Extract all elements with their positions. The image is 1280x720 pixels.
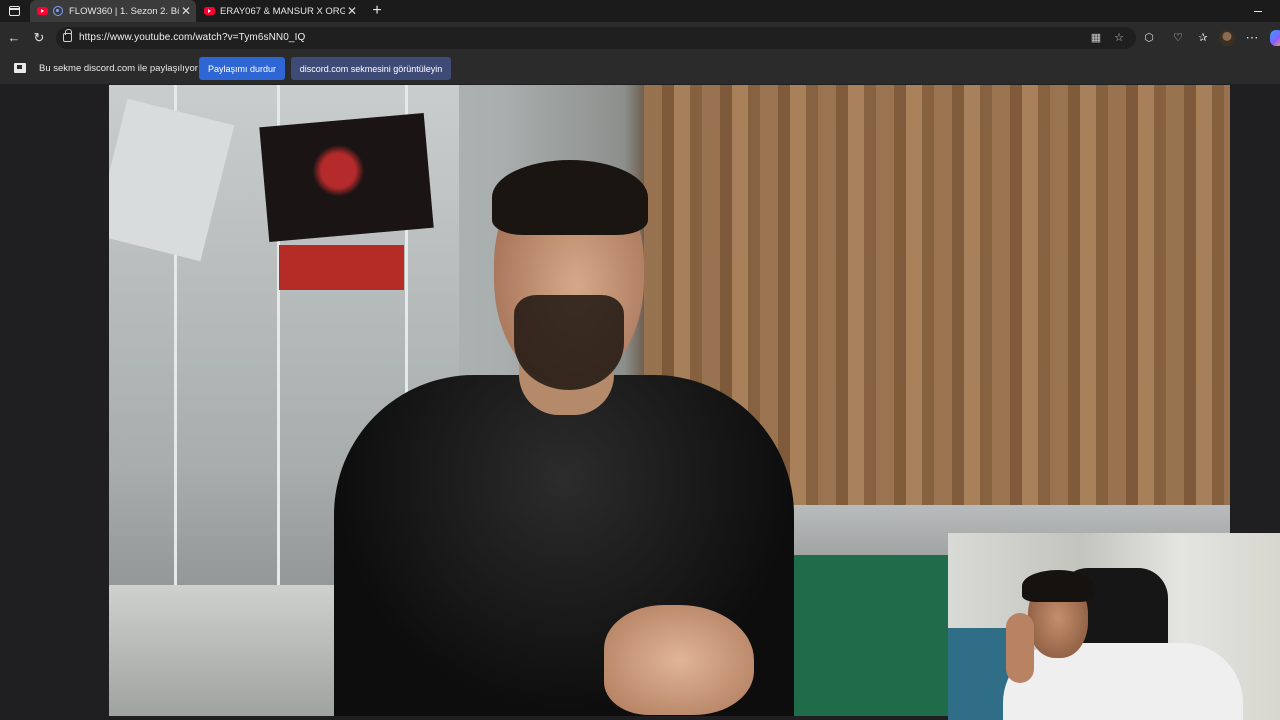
tab-flow360[interactable]: FLOW360 | 1. Sezon 2. Bölüm ✕ [30,0,196,22]
share-message: Bu sekme discord.com ile paylaşılıyor [39,63,198,74]
video-person [334,160,794,716]
url-text[interactable]: https://www.youtube.com/watch?v=Tym6sNN0… [79,32,305,43]
read-aloud-icon[interactable]: ▦ [1088,30,1104,46]
collections-icon[interactable]: ✰ [1195,30,1211,46]
tab-strip: FLOW360 | 1. Sezon 2. Bölüm ✕ ERAY067 & … [0,0,1280,22]
page-content [0,84,1280,720]
screen-share-bar: Bu sekme discord.com ile paylaşılıyor Pa… [0,54,1280,84]
tab-title: FLOW360 | 1. Sezon 2. Bölüm [69,5,179,17]
reload-icon[interactable]: ↻ [31,30,47,46]
address-bar[interactable]: https://www.youtube.com/watch?v=Tym6sNN0… [56,27,1136,49]
extensions-icon[interactable]: ⬡ [1141,30,1157,46]
minimize-icon[interactable] [1250,3,1266,19]
stop-sharing-button[interactable]: Paylaşımı durdur [199,57,285,80]
profile-avatar-icon[interactable] [1219,30,1235,46]
tab-eray067[interactable]: ERAY067 & MANSUR X ORGANIZ ✕ [198,0,362,22]
favorite-star-icon[interactable]: ☆ [1111,30,1127,46]
performance-icon[interactable]: ♡ [1170,30,1186,46]
sharing-indicator-icon [53,6,63,16]
window-menu-icon[interactable] [4,2,24,20]
tab-title: ERAY067 & MANSUR X ORGANIZ [220,5,345,17]
screen-share-icon [14,63,26,73]
close-tab-icon[interactable]: ✕ [179,4,193,18]
youtube-icon [37,7,48,15]
close-tab-icon[interactable]: ✕ [345,4,359,18]
view-discord-tab-button[interactable]: discord.com sekmesini görüntüleyin [291,57,451,80]
youtube-icon [204,7,215,15]
plus-icon[interactable]: + [367,1,387,21]
lock-icon[interactable] [63,29,72,42]
copilot-icon[interactable] [1270,30,1280,46]
back-arrow-icon[interactable]: ← [6,30,22,46]
browser-toolbar: ← ↻ https://www.youtube.com/watch?v=Tym6… [0,22,1280,54]
webcam-overlay [948,533,1280,720]
more-menu-icon[interactable]: ⋯ [1244,30,1260,46]
